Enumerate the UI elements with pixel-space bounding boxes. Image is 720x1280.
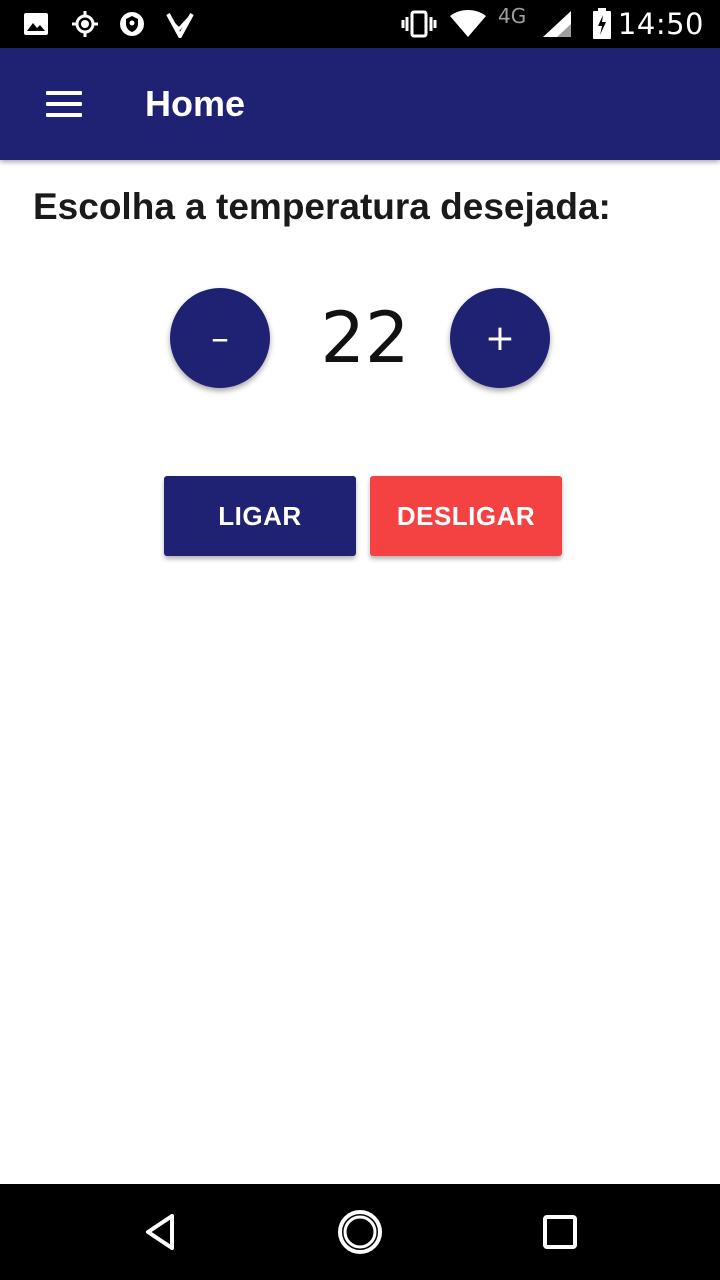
home-icon[interactable]	[330, 1202, 390, 1262]
temperature-prompt: Escolha a temperatura desejada:	[33, 186, 611, 227]
network-type-label: 4G	[498, 4, 527, 28]
turn-off-button[interactable]: DESLIGAR	[370, 476, 562, 556]
battery-icon	[590, 8, 614, 40]
app-bar: Home	[0, 48, 720, 160]
menu-icon[interactable]	[28, 76, 100, 132]
page-title: Home	[145, 83, 246, 124]
shield-icon	[118, 8, 146, 40]
decrease-temperature-button[interactable]: –	[170, 288, 270, 388]
signal-icon	[540, 8, 574, 40]
increase-temperature-button[interactable]: +	[450, 288, 550, 388]
temperature-value: 22	[320, 297, 410, 379]
status-bar: 4G 14:50	[0, 0, 720, 48]
turn-on-button[interactable]: LIGAR	[164, 476, 356, 556]
location-icon	[70, 8, 100, 40]
system-nav-bar	[0, 1184, 720, 1280]
vibrate-icon	[400, 8, 438, 40]
recents-icon[interactable]	[530, 1202, 590, 1262]
image-icon	[22, 8, 50, 40]
status-time: 14:50	[617, 7, 704, 41]
check-icon	[165, 8, 195, 40]
back-icon[interactable]	[130, 1202, 190, 1262]
wifi-icon	[448, 8, 488, 40]
